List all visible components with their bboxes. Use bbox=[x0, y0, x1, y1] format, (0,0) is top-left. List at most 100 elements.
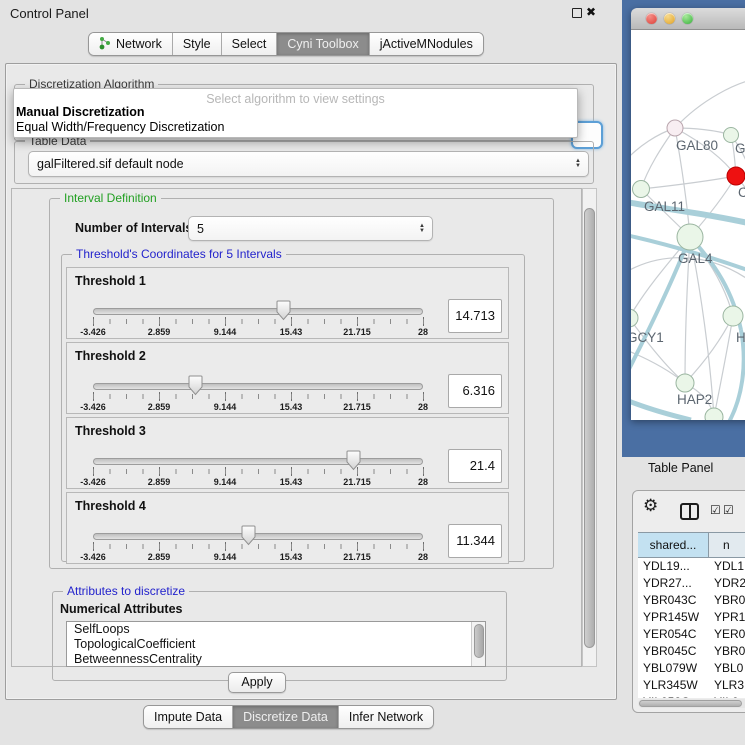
tab-discretize-data[interactable]: Discretize Data bbox=[233, 706, 339, 728]
threshold-3-slider-track[interactable] bbox=[93, 458, 423, 465]
zoom-traffic-light[interactable] bbox=[682, 13, 693, 24]
threshold-4-value-field[interactable]: 11.344 bbox=[448, 524, 502, 558]
table-row[interactable]: YDR27...YDR2 bbox=[638, 575, 745, 592]
tab-infer-network[interactable]: Infer Network bbox=[339, 706, 433, 728]
float-window-icon[interactable] bbox=[572, 8, 582, 18]
cell-name: YPR1 bbox=[709, 609, 745, 626]
slider-minor-ticks bbox=[93, 469, 424, 474]
table-row[interactable]: YBR045CYBR0 bbox=[638, 643, 745, 660]
node-gal4[interactable] bbox=[677, 224, 703, 250]
dropdown-option-equal-width-frequency[interactable]: Equal Width/Frequency Discretization bbox=[14, 120, 577, 135]
node-selected-red[interactable] bbox=[727, 167, 745, 185]
control-panel-titlebar: Control Panel ✖ bbox=[0, 0, 620, 26]
table-row[interactable]: YER054CYER0 bbox=[638, 626, 745, 643]
table-rows: YDL19...YDL1 YDR27...YDR2 YBR043CYBR0 YP… bbox=[638, 558, 745, 698]
tick-label: 9.144 bbox=[214, 552, 237, 562]
list-item[interactable]: TopologicalCoefficient bbox=[67, 637, 485, 652]
threshold-1-label: Threshold 1 bbox=[75, 274, 146, 288]
table-row[interactable]: YLR345WYLR3 bbox=[638, 677, 745, 694]
node-gal80[interactable] bbox=[667, 120, 683, 136]
threshold-3-slider-handle[interactable] bbox=[346, 450, 361, 471]
list-scrollbar[interactable] bbox=[471, 622, 485, 666]
table-panel: ⚙ ☑ ☑ shared... n YDL19...YDL1 YDR27...Y… bbox=[632, 490, 745, 713]
cell-shared-name: YDL19... bbox=[638, 558, 709, 575]
node-bottom-partial[interactable] bbox=[705, 408, 723, 420]
threshold-2-value-field[interactable]: 6.316 bbox=[448, 374, 502, 408]
table-horizontal-scrollbar[interactable] bbox=[638, 699, 745, 708]
settings-vertical-scrollbar[interactable] bbox=[582, 188, 597, 667]
tick-label: 2.859 bbox=[148, 477, 171, 487]
tab-cyni-toolbox[interactable]: Cyni Toolbox bbox=[277, 33, 369, 55]
tab-impute-data[interactable]: Impute Data bbox=[144, 706, 233, 728]
tab-style[interactable]: Style bbox=[173, 33, 222, 55]
cyni-toolbox-panel: Discretization Algorithm Table Data galF… bbox=[5, 63, 617, 700]
table-row[interactable]: YDL19...YDL1 bbox=[638, 558, 745, 575]
column-header-name[interactable]: n bbox=[709, 533, 745, 557]
threshold-2-slider-track[interactable] bbox=[93, 383, 423, 390]
tick-label: 2.859 bbox=[148, 552, 171, 562]
list-item[interactable]: SelfLoops bbox=[67, 622, 485, 637]
tick-label: 9.144 bbox=[214, 477, 237, 487]
gear-icon[interactable]: ⚙ bbox=[643, 496, 658, 516]
tick-label: 2.859 bbox=[148, 327, 171, 337]
network-canvas[interactable]: GAL80 G. C GAL11 GAL4 GCY1 H HAP2 bbox=[631, 30, 745, 420]
threshold-2-slider-handle[interactable] bbox=[188, 375, 203, 396]
dropdown-option-manual-discretization[interactable]: Manual Discretization bbox=[14, 105, 577, 120]
tab-network[interactable]: Network bbox=[89, 33, 173, 55]
network-window-titlebar[interactable] bbox=[631, 8, 745, 30]
cell-shared-name: YIL052C bbox=[638, 694, 709, 698]
number-of-intervals-combobox[interactable]: 5 ▲▼ bbox=[188, 216, 433, 241]
bottom-tabbar: Impute Data Discretize Data Infer Networ… bbox=[143, 705, 434, 729]
cell-shared-name: YPR145W bbox=[638, 609, 709, 626]
combo-spinner-icon: ▲▼ bbox=[575, 159, 581, 169]
list-item[interactable]: BetweennessCentrality bbox=[67, 652, 485, 667]
table-row[interactable]: YPR145WYPR1 bbox=[638, 609, 745, 626]
table-data-combobox[interactable]: galFiltered.sif default node ▲▼ bbox=[28, 151, 589, 177]
numerical-attributes-list: SelfLoops TopologicalCoefficient Between… bbox=[66, 621, 486, 667]
tab-jactivemnodules-label: jActiveMNodules bbox=[380, 37, 473, 51]
node-partial-h[interactable] bbox=[723, 306, 743, 326]
threshold-3-value-field[interactable]: 21.4 bbox=[448, 449, 502, 483]
tick-label: 15.43 bbox=[280, 402, 303, 412]
node-gal11[interactable] bbox=[633, 181, 650, 198]
apply-button[interactable]: Apply bbox=[228, 672, 286, 693]
slider-minor-ticks bbox=[93, 319, 424, 324]
tick-label: 21.715 bbox=[343, 327, 371, 337]
table-row[interactable]: YBL079WYBL0 bbox=[638, 660, 745, 677]
threshold-1-slider-handle[interactable] bbox=[276, 300, 291, 321]
threshold-1-value-field[interactable]: 14.713 bbox=[448, 299, 502, 333]
minimize-traffic-light[interactable] bbox=[664, 13, 675, 24]
node-hap2[interactable] bbox=[676, 374, 694, 392]
tick-label: -3.426 bbox=[80, 552, 106, 562]
settings-scroll-area: Interval Definition Number of Intervals … bbox=[11, 188, 582, 667]
threshold-2-panel: Threshold 2 -3.426 2.859 9.144 15.43 21.… bbox=[66, 342, 509, 414]
thresholds-group-title: Threshold's Coordinates for 5 Intervals bbox=[72, 247, 286, 261]
tick-label: 21.715 bbox=[343, 552, 371, 562]
threshold-1-slider-track[interactable] bbox=[93, 308, 423, 315]
column-header-shared-name[interactable]: shared... bbox=[638, 533, 709, 557]
table-row[interactable]: YBR043CYBR0 bbox=[638, 592, 745, 609]
table-header-row: shared... n bbox=[638, 532, 745, 558]
node-label-gal80: GAL80 bbox=[676, 138, 718, 153]
tick-label: 28 bbox=[418, 477, 428, 487]
dropdown-placeholder-option[interactable]: Select algorithm to view settings bbox=[14, 89, 577, 105]
tab-select[interactable]: Select bbox=[222, 33, 278, 55]
threshold-4-slider-handle[interactable] bbox=[241, 525, 256, 546]
threshold-4-slider-track[interactable] bbox=[93, 533, 423, 540]
cell-name: YBR0 bbox=[709, 592, 745, 609]
close-traffic-light[interactable] bbox=[646, 13, 657, 24]
checkbox-icon[interactable]: ☑ bbox=[723, 503, 734, 517]
tab-select-label: Select bbox=[232, 37, 267, 51]
column-layout-icon[interactable] bbox=[680, 503, 699, 520]
table-row[interactable]: YIL052CYIL0 bbox=[638, 694, 745, 698]
tab-jactivemnodules[interactable]: jActiveMNodules bbox=[370, 33, 483, 55]
interval-definition-group: Interval Definition Number of Intervals … bbox=[49, 198, 554, 569]
checkbox-icon[interactable]: ☑ bbox=[710, 503, 721, 517]
close-icon[interactable]: ✖ bbox=[586, 5, 596, 19]
tab-discretize-data-label: Discretize Data bbox=[243, 710, 328, 724]
threshold-4-panel: Threshold 4 -3.426 2.859 9.144 15.43 21.… bbox=[66, 492, 509, 564]
application-window: Control Panel ✖ Network Style Select Cyn… bbox=[0, 0, 745, 745]
threshold-3-label: Threshold 3 bbox=[75, 424, 146, 438]
panel-title: Control Panel bbox=[10, 6, 89, 21]
node-gcy1[interactable] bbox=[631, 309, 638, 327]
